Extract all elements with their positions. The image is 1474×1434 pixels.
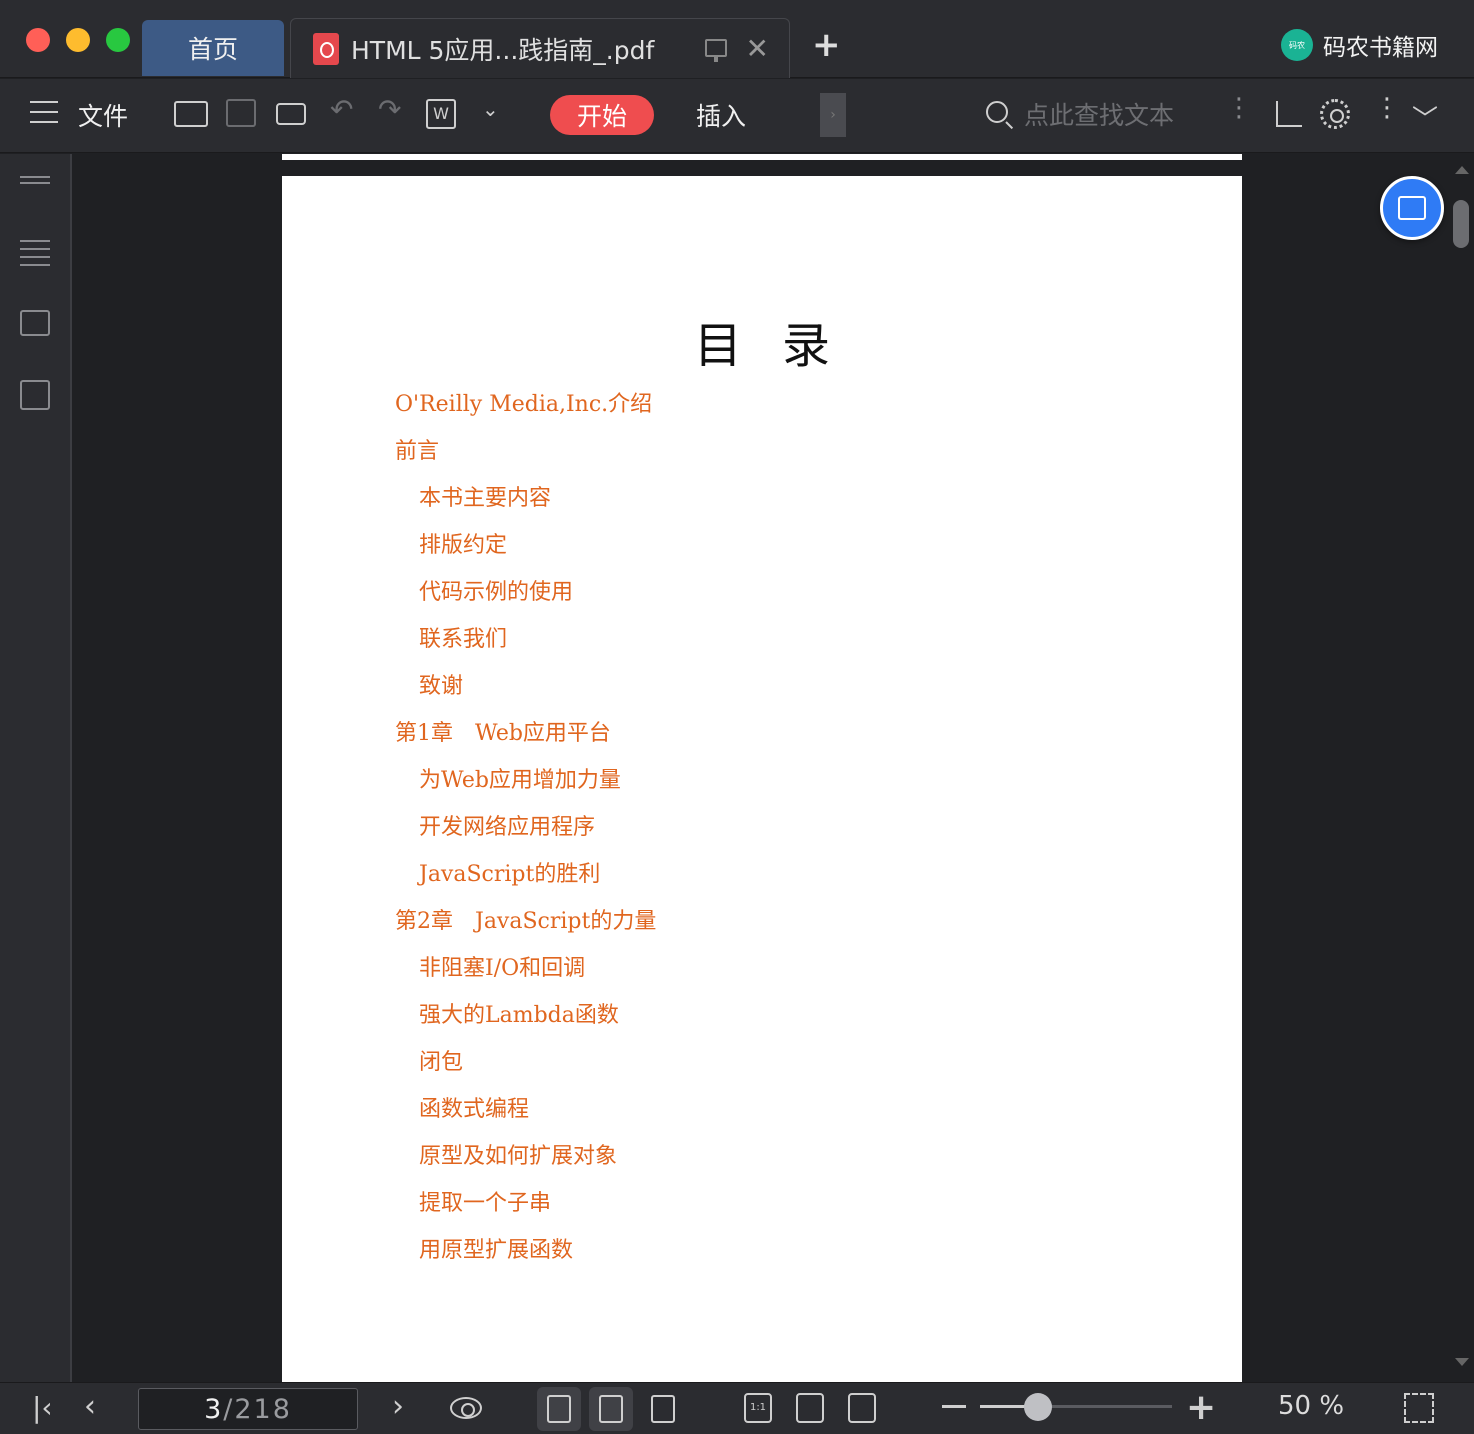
toc-link[interactable]: 第1章 Web应用平台	[395, 719, 656, 766]
previous-page-icon[interactable]: ‹	[84, 1389, 96, 1424]
zoom-level[interactable]: 50 %	[1278, 1391, 1344, 1421]
toc-link[interactable]: 开发网络应用程序	[395, 813, 656, 860]
page-number-field[interactable]: 3 / 218	[138, 1388, 358, 1430]
image-icon[interactable]	[20, 310, 50, 336]
convert-image-icon	[1398, 196, 1426, 220]
tab-start[interactable]: 开始	[550, 95, 654, 135]
minimize-window-button[interactable]	[66, 28, 90, 52]
print-icon[interactable]	[276, 103, 306, 125]
settings-gear-icon[interactable]	[1320, 99, 1350, 129]
outline-list-icon[interactable]	[20, 240, 50, 266]
toc-link[interactable]: 为Web应用增加力量	[395, 766, 656, 813]
convert-icon[interactable]	[20, 380, 50, 410]
scrollbar-thumb[interactable]	[1453, 200, 1469, 248]
status-bar: |‹ ‹ 3 / 218 › 1:1 + 50 %	[0, 1382, 1474, 1434]
brand-logo-icon: 码农	[1281, 29, 1313, 61]
actual-size-icon[interactable]: 1:1	[744, 1393, 772, 1423]
tab-home[interactable]: 首页	[142, 20, 284, 76]
more-tabs-arrow-icon[interactable]: ›	[820, 93, 846, 137]
total-pages: 218	[234, 1393, 292, 1425]
document-viewer[interactable]: 目录 O'Reilly Media,Inc.介绍 前言 本书主要内容 排版约定 代码示例…	[74, 154, 1450, 1382]
presentation-icon[interactable]	[705, 39, 727, 62]
fit-page-icon[interactable]	[796, 1393, 824, 1423]
close-window-button[interactable]	[26, 28, 50, 52]
zoom-slider-thumb[interactable]	[1023, 1393, 1052, 1421]
thumbnails-icon[interactable]	[20, 176, 50, 184]
toc-link[interactable]: 提取一个子串	[395, 1189, 656, 1236]
toc-link[interactable]: 前言	[395, 437, 656, 484]
hamburger-menu-icon[interactable]	[30, 101, 58, 123]
title-bar: 首页 HTML 5应用...践指南_.pdf ✕ + 码农 码农书籍网	[0, 0, 1474, 78]
toc-link[interactable]: 用原型扩展函数	[395, 1236, 656, 1283]
first-page-icon[interactable]: |‹	[32, 1391, 53, 1424]
eye-protection-icon[interactable]	[450, 1397, 482, 1419]
save-icon[interactable]	[226, 99, 256, 127]
pdf-page: 目录 O'Reilly Media,Inc.介绍 前言 本书主要内容 排版约定 代码示例…	[282, 176, 1242, 1382]
scroll-down-arrow-icon[interactable]	[1455, 1358, 1469, 1366]
file-menu[interactable]: 文件	[78, 97, 128, 133]
continuous-view-icon	[547, 1395, 571, 1423]
vertical-scrollbar[interactable]	[1450, 154, 1474, 1382]
fullscreen-icon[interactable]	[1404, 1393, 1434, 1423]
share-icon[interactable]	[1276, 101, 1302, 127]
fit-width-icon[interactable]	[848, 1393, 876, 1423]
tab-document-label: HTML 5应用...践指南_.pdf	[351, 35, 655, 65]
next-page-icon[interactable]: ›	[392, 1389, 404, 1424]
brand[interactable]: 码农 码农书籍网	[1281, 28, 1438, 62]
new-tab-button[interactable]: +	[812, 28, 841, 62]
toc-link[interactable]: 第2章 JavaScript的力量	[395, 907, 656, 954]
search-input[interactable]	[1024, 95, 1204, 135]
toc-link[interactable]: 致谢	[395, 672, 656, 719]
toc-link[interactable]: JavaScript的胜利	[395, 860, 656, 907]
toc-link[interactable]: 非阻塞I/O和回调	[395, 954, 656, 1001]
single-page-view-button[interactable]	[589, 1387, 633, 1431]
toc-link[interactable]: 代码示例的使用	[395, 578, 656, 625]
pdf-file-icon	[313, 32, 339, 65]
more-menu-icon[interactable]: ⋮	[1374, 95, 1400, 121]
toc-title: 目录	[693, 318, 870, 374]
close-tab-icon[interactable]: ✕	[746, 35, 769, 63]
toc-link[interactable]: 联系我们	[395, 625, 656, 672]
single-page-icon	[599, 1395, 623, 1423]
main-toolbar: 文件 ↶ ↷ W ⌄ 开始 插入 › ⋮ ⋮ ﹀	[0, 79, 1474, 153]
scroll-up-arrow-icon[interactable]	[1455, 166, 1469, 174]
maximize-window-button[interactable]	[106, 28, 130, 52]
continuous-view-button[interactable]	[537, 1387, 581, 1431]
convert-to-word-icon[interactable]: W	[426, 99, 456, 129]
toc-link[interactable]: 本书主要内容	[395, 484, 656, 531]
toc-list: O'Reilly Media,Inc.介绍 前言 本书主要内容 排版约定 代码示例的使用…	[395, 390, 656, 1283]
toc-link[interactable]: O'Reilly Media,Inc.介绍	[395, 390, 656, 437]
current-page: 3	[204, 1393, 224, 1425]
floating-convert-button[interactable]	[1380, 176, 1444, 240]
toc-link[interactable]: 闭包	[395, 1048, 656, 1095]
tab-home-label: 首页	[187, 35, 238, 64]
toc-link[interactable]: 函数式编程	[395, 1095, 656, 1142]
page-separator: /	[223, 1393, 235, 1425]
left-sidebar	[0, 154, 72, 1382]
search-icon	[986, 101, 1008, 123]
redo-icon[interactable]: ↷	[378, 93, 401, 126]
more-options-icon[interactable]: ⋮	[1226, 95, 1252, 121]
undo-icon[interactable]: ↶	[330, 93, 353, 126]
tab-insert[interactable]: 插入	[696, 97, 746, 133]
zoom-slider[interactable]	[980, 1393, 1172, 1421]
brand-name: 码农书籍网	[1323, 35, 1438, 61]
quick-access-dropdown-icon[interactable]: ⌄	[482, 97, 499, 121]
collapse-toolbar-chevron-icon[interactable]: ﹀	[1412, 99, 1438, 136]
toc-link[interactable]: 原型及如何扩展对象	[395, 1142, 656, 1189]
previous-page-edge	[282, 154, 1242, 160]
zoom-out-icon[interactable]	[942, 1405, 966, 1408]
toc-link[interactable]: 强大的Lambda函数	[395, 1001, 656, 1048]
two-page-view-button[interactable]	[641, 1387, 685, 1431]
zoom-in-icon[interactable]: +	[1186, 1387, 1216, 1428]
two-page-icon	[651, 1395, 675, 1423]
tab-document[interactable]: HTML 5应用...践指南_.pdf ✕	[290, 18, 790, 78]
toc-link[interactable]: 排版约定	[395, 531, 656, 578]
open-folder-icon[interactable]	[174, 101, 208, 127]
